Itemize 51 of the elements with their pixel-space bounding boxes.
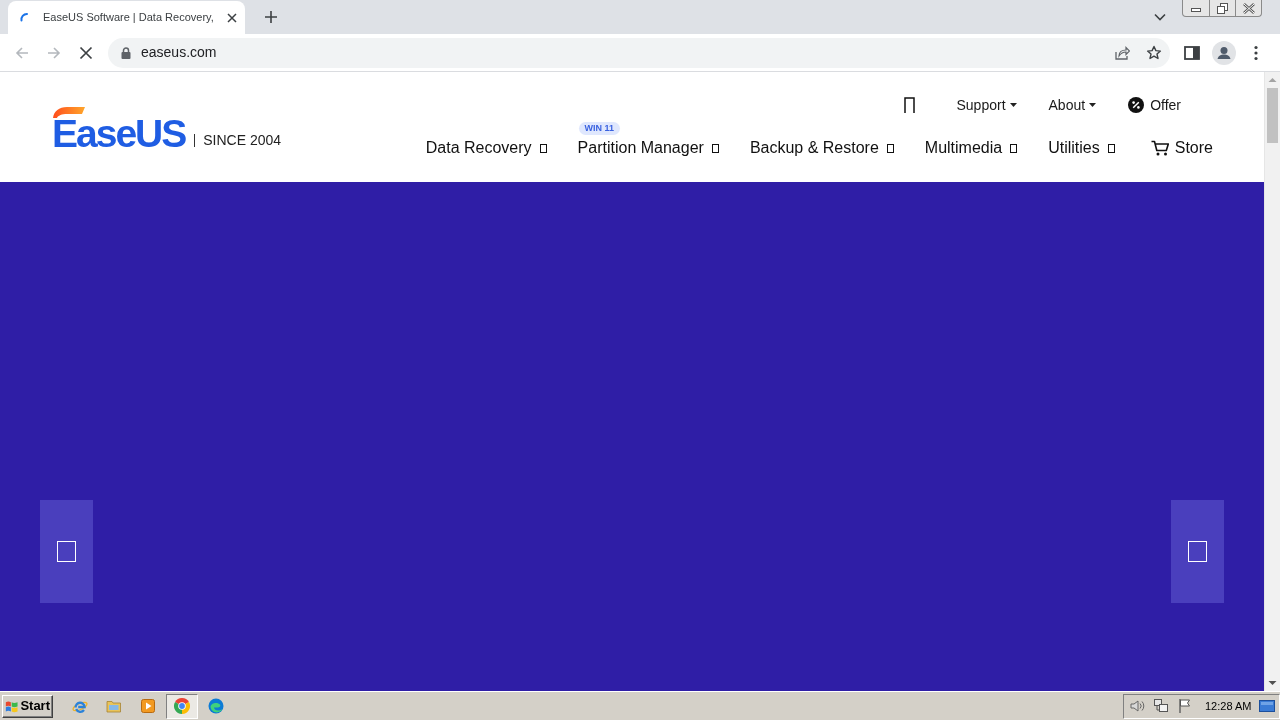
share-icon[interactable] — [1114, 44, 1130, 61]
network-icon[interactable] — [1153, 698, 1169, 714]
folder-icon — [106, 698, 122, 714]
speaker-icon[interactable] — [1129, 698, 1145, 714]
swirl-logo-icon — [208, 698, 224, 714]
percent-icon — [1128, 97, 1145, 113]
offer-link[interactable]: Offer — [1128, 94, 1181, 116]
round-logo-icon — [174, 698, 190, 714]
side-panel-icon[interactable] — [1184, 45, 1200, 60]
profile-icon[interactable] — [1212, 40, 1236, 65]
cart-icon — [1150, 140, 1169, 156]
close-icon — [1242, 2, 1255, 14]
menu-link[interactable]: Data Recovery — [425, 137, 547, 159]
flag-icon[interactable] — [1177, 698, 1193, 714]
scrollbar-thumb[interactable] — [1267, 88, 1278, 143]
taskbar-button[interactable] — [166, 693, 198, 719]
chevron-down-icon[interactable] — [1154, 13, 1166, 21]
menu-link[interactable]: Utilities — [1048, 137, 1115, 159]
dropdown-link[interactable]: About — [1048, 94, 1097, 116]
square-icon — [539, 143, 547, 153]
square-icon — [57, 541, 76, 562]
dropdown-link[interactable]: Support — [956, 94, 1017, 116]
stop-icon[interactable] — [79, 45, 93, 60]
square-icon — [711, 143, 719, 153]
platform-label: WIN 11 — [578, 122, 621, 135]
swoosh-icon — [52, 106, 85, 118]
lock-icon[interactable] — [121, 46, 131, 59]
menu-link[interactable]: Partition Manager — [577, 137, 719, 159]
more-menu-icon[interactable] — [1254, 44, 1258, 61]
menu-link[interactable]: Backup & Restore — [749, 137, 894, 159]
show-desktop-icon[interactable] — [1259, 699, 1276, 713]
square-icon — [1010, 143, 1018, 153]
close-icon[interactable] — [227, 12, 237, 23]
play-icon — [140, 698, 156, 714]
caret-icon — [1009, 103, 1017, 107]
start-button[interactable]: Start — [2, 694, 53, 718]
menu-link[interactable]: Multimedia — [924, 137, 1018, 159]
star-icon[interactable] — [1146, 44, 1162, 61]
browser-tab[interactable]: EaseUS Software | Data Recovery, — [8, 1, 245, 34]
square-icon — [1107, 143, 1115, 153]
site-logo[interactable]: EaseUS — [52, 106, 186, 150]
store-link[interactable]: Store — [1150, 137, 1213, 159]
clock: 12:28 AM — [1205, 698, 1252, 714]
square-icon — [886, 143, 894, 153]
square-icon — [1188, 541, 1207, 562]
frame-icon[interactable] — [904, 97, 916, 113]
plus-icon[interactable] — [264, 10, 278, 24]
logo-tagline: SINCE 2004 — [203, 133, 282, 148]
restore-icon — [1216, 2, 1229, 14]
address-bar[interactable]: easeus.com — [108, 37, 1170, 68]
caret-icon — [1089, 103, 1097, 107]
